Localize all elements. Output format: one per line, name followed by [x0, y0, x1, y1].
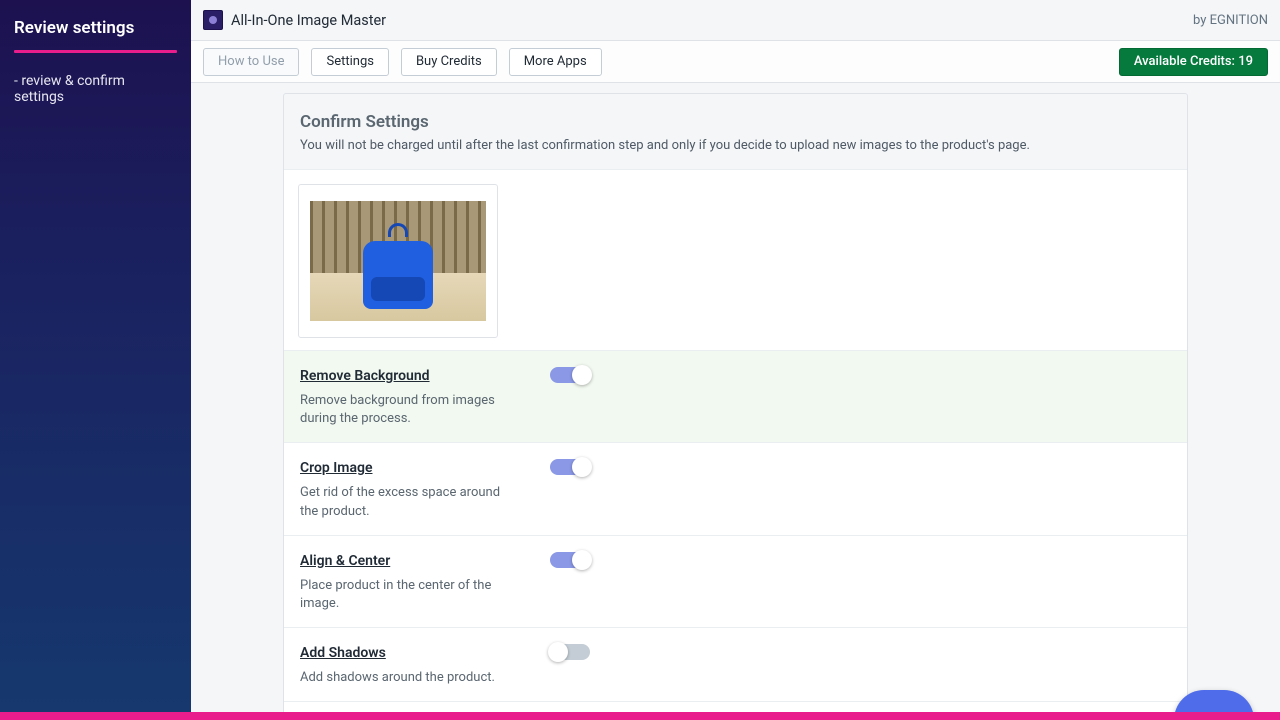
available-credits-button[interactable]: Available Credits: 19: [1119, 48, 1268, 76]
how-to-use-button[interactable]: How to Use: [203, 48, 299, 76]
sidebar: Review settings - review & confirm setti…: [0, 0, 191, 712]
vendor-label: by EGNITION: [1193, 13, 1268, 28]
setting-description: Get rid of the excess space around the p…: [300, 484, 510, 520]
panel-head: Confirm Settings You will not be charged…: [284, 94, 1187, 169]
main: All-In-One Image Master by EGNITION How …: [191, 0, 1280, 712]
bottom-accent-bar: [0, 712, 1280, 720]
toggle[interactable]: [550, 459, 590, 475]
buy-credits-button[interactable]: Buy Credits: [401, 48, 497, 76]
app-icon: [203, 10, 223, 30]
toggle-knob: [572, 550, 592, 570]
sidebar-title: Review settings: [14, 18, 177, 38]
settings-button[interactable]: Settings: [311, 48, 388, 76]
setting-name-link[interactable]: Align & Center: [300, 553, 390, 569]
toolbar: How to Use Settings Buy Credits More App…: [191, 41, 1280, 83]
content: Confirm Settings You will not be charged…: [191, 83, 1280, 712]
header: All-In-One Image Master by EGNITION: [191, 0, 1280, 41]
setting-row: Align & Center Place product in the cente…: [284, 535, 1187, 627]
app-title: All-In-One Image Master: [231, 12, 386, 29]
setting-description: Remove background from images during the…: [300, 392, 510, 428]
setting-info: Add Shadows Add shadows around the produc…: [300, 642, 510, 687]
panel-title: Confirm Settings: [300, 112, 1169, 132]
setting-control: [550, 365, 590, 428]
more-apps-button[interactable]: More Apps: [509, 48, 602, 76]
setting-info: Crop Image Get rid of the excess space ar…: [300, 457, 510, 520]
toggle[interactable]: [550, 367, 590, 383]
sidebar-item-review-confirm[interactable]: - review & confirm settings: [14, 73, 177, 105]
setting-info: Align & Center Place product in the cente…: [300, 550, 510, 613]
product-thumbnail[interactable]: [298, 184, 498, 338]
setting-name-link[interactable]: Add Shadows: [300, 645, 386, 661]
setting-control: [550, 642, 590, 687]
setting-description: Place product in the center of the image…: [300, 577, 510, 613]
setting-row: Image CanvasAdjust canvas to fit a speci…: [284, 701, 1187, 712]
setting-name-link[interactable]: Remove Background: [300, 368, 430, 384]
sidebar-underline: [14, 50, 177, 53]
image-preview-area: [284, 169, 1187, 350]
panel-subtitle: You will not be charged until after the …: [300, 138, 1169, 153]
setting-description: Add shadows around the product.: [300, 669, 510, 687]
product-image: [310, 201, 486, 321]
toggle[interactable]: [550, 552, 590, 568]
toggle[interactable]: [550, 644, 590, 660]
toggle-knob: [548, 642, 568, 662]
setting-name-link[interactable]: Crop Image: [300, 460, 372, 476]
credits-wrap: Available Credits: 19: [1119, 48, 1268, 76]
settings-panel: Confirm Settings You will not be charged…: [283, 93, 1188, 712]
setting-row: Remove Background Remove background from …: [284, 350, 1187, 442]
setting-row: Add Shadows Add shadows around the produc…: [284, 627, 1187, 701]
setting-control: [550, 550, 590, 613]
toggle-knob: [572, 365, 592, 385]
setting-info: Remove Background Remove background from …: [300, 365, 510, 428]
setting-control: [550, 457, 590, 520]
toggle-knob: [572, 457, 592, 477]
setting-row: Crop Image Get rid of the excess space ar…: [284, 442, 1187, 534]
